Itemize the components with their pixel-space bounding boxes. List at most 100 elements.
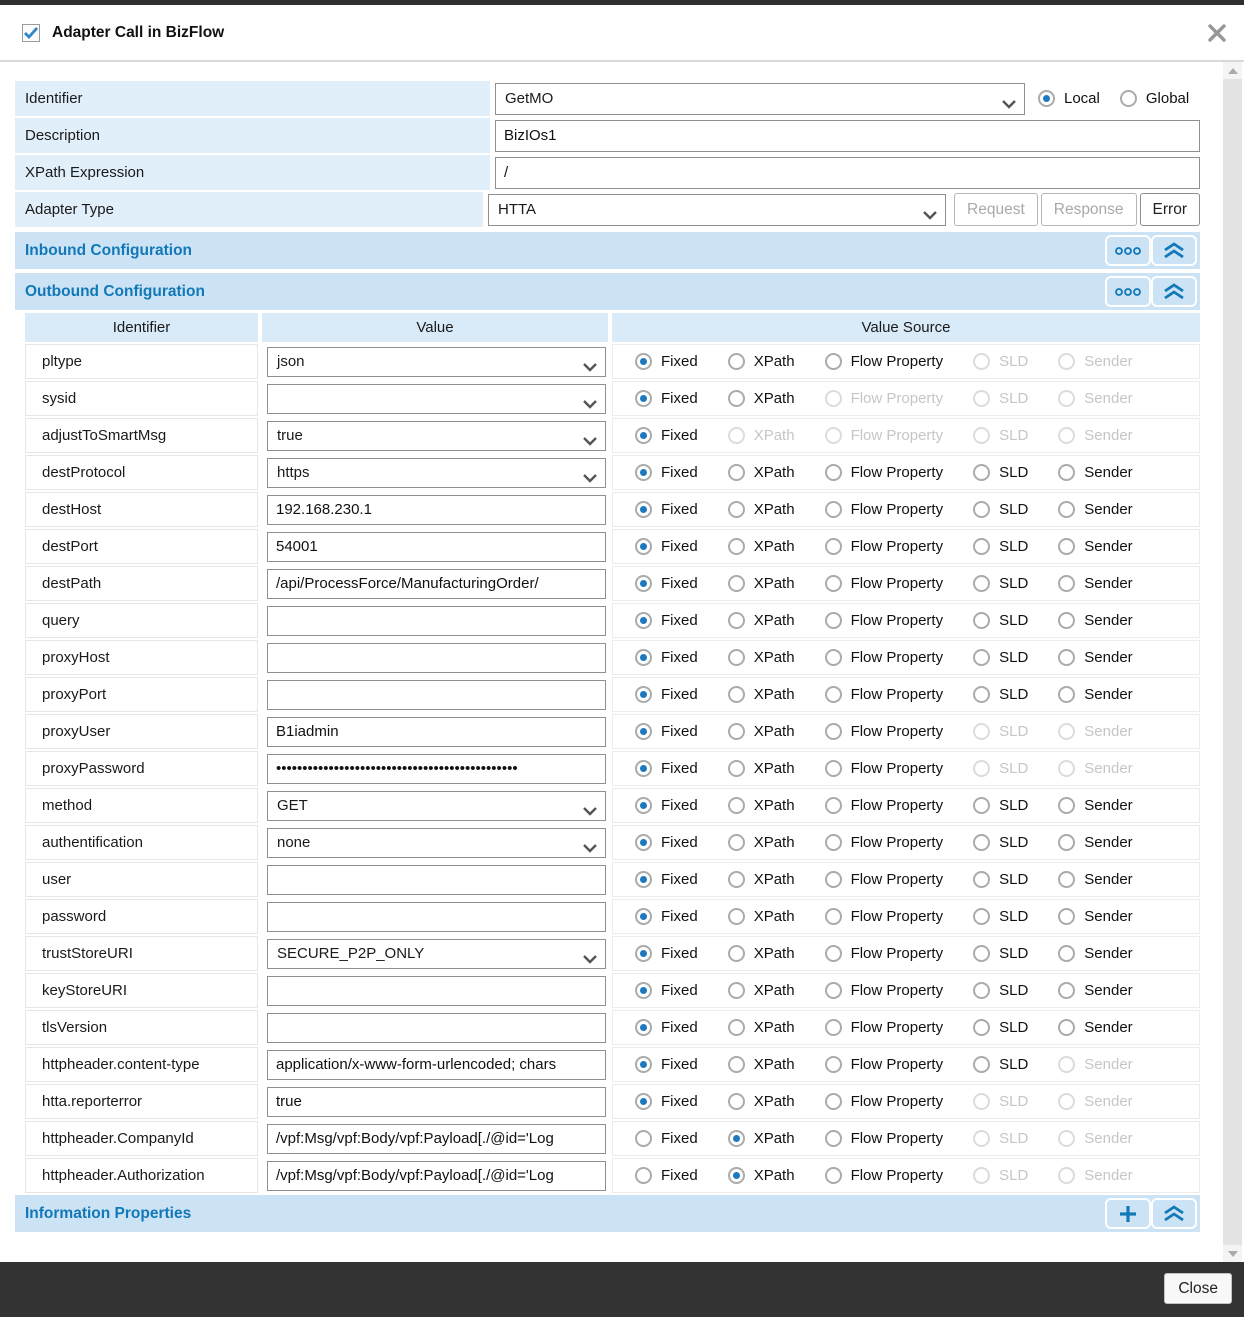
proxyHost-source-xpath-radio[interactable]: XPath xyxy=(728,649,795,666)
htta.reporterror-source-flow-property-radio[interactable]: Flow Property xyxy=(825,1093,944,1110)
password-source-xpath-radio[interactable]: XPath xyxy=(728,908,795,925)
user-source-flow-property-radio[interactable]: Flow Property xyxy=(825,871,944,888)
httpheader.content-type-source-fixed-radio[interactable]: Fixed xyxy=(635,1056,698,1073)
method-source-xpath-radio[interactable]: XPath xyxy=(728,797,795,814)
user-source-xpath-radio[interactable]: XPath xyxy=(728,871,795,888)
tlsVersion-value-input[interactable] xyxy=(267,1013,606,1043)
keyStoreURI-source-xpath-radio[interactable]: XPath xyxy=(728,982,795,999)
keyStoreURI-value-input[interactable] xyxy=(267,976,606,1006)
close-button[interactable]: Close xyxy=(1164,1273,1232,1304)
authentification-source-fixed-radio[interactable]: Fixed xyxy=(635,834,698,851)
proxyPort-source-flow-property-radio[interactable]: Flow Property xyxy=(825,686,944,703)
method-source-sender-radio[interactable]: Sender xyxy=(1058,797,1132,814)
adapter-type-select[interactable]: HTTA xyxy=(488,194,946,226)
destProtocol-source-fixed-radio[interactable]: Fixed xyxy=(635,464,698,481)
query-source-sender-radio[interactable]: Sender xyxy=(1058,612,1132,629)
destProtocol-source-xpath-radio[interactable]: XPath xyxy=(728,464,795,481)
httpheader.content-type-value-input[interactable] xyxy=(267,1050,606,1080)
scroll-down-button[interactable] xyxy=(1223,1245,1242,1262)
inbound-options-button[interactable] xyxy=(1105,235,1151,266)
destPort-source-xpath-radio[interactable]: XPath xyxy=(728,538,795,555)
httpheader.CompanyId-source-flow-property-radio[interactable]: Flow Property xyxy=(825,1130,944,1147)
destProtocol-select[interactable]: https xyxy=(267,458,606,488)
proxyHost-source-sld-radio[interactable]: SLD xyxy=(973,649,1028,666)
keyStoreURI-source-sender-radio[interactable]: Sender xyxy=(1058,982,1132,999)
destHost-source-xpath-radio[interactable]: XPath xyxy=(728,501,795,518)
method-source-sld-radio[interactable]: SLD xyxy=(973,797,1028,814)
httpheader.CompanyId-source-fixed-radio[interactable]: Fixed xyxy=(635,1130,698,1147)
proxyPort-source-sld-radio[interactable]: SLD xyxy=(973,686,1028,703)
proxyUser-value-input[interactable] xyxy=(267,717,606,747)
destHost-source-fixed-radio[interactable]: Fixed xyxy=(635,501,698,518)
httpheader.content-type-source-flow-property-radio[interactable]: Flow Property xyxy=(825,1056,944,1073)
tlsVersion-source-flow-property-radio[interactable]: Flow Property xyxy=(825,1019,944,1036)
tlsVersion-source-sld-radio[interactable]: SLD xyxy=(973,1019,1028,1036)
htta.reporterror-source-fixed-radio[interactable]: Fixed xyxy=(635,1093,698,1110)
adjustToSmartMsg-source-fixed-radio[interactable]: Fixed xyxy=(635,427,698,444)
trustStoreURI-source-fixed-radio[interactable]: Fixed xyxy=(635,945,698,962)
authentification-source-flow-property-radio[interactable]: Flow Property xyxy=(825,834,944,851)
query-source-fixed-radio[interactable]: Fixed xyxy=(635,612,698,629)
method-source-fixed-radio[interactable]: Fixed xyxy=(635,797,698,814)
proxyPort-source-fixed-radio[interactable]: Fixed xyxy=(635,686,698,703)
keyStoreURI-source-flow-property-radio[interactable]: Flow Property xyxy=(825,982,944,999)
add-property-button[interactable] xyxy=(1105,1198,1151,1229)
method-select[interactable]: GET xyxy=(267,791,606,821)
httpheader.Authorization-value-input[interactable] xyxy=(267,1161,606,1191)
trustStoreURI-source-xpath-radio[interactable]: XPath xyxy=(728,945,795,962)
destProtocol-source-sender-radio[interactable]: Sender xyxy=(1058,464,1132,481)
query-source-flow-property-radio[interactable]: Flow Property xyxy=(825,612,944,629)
pltype-source-fixed-radio[interactable]: Fixed xyxy=(635,353,698,370)
proxyUser-source-xpath-radio[interactable]: XPath xyxy=(728,723,795,740)
pltype-source-xpath-radio[interactable]: XPath xyxy=(728,353,795,370)
password-source-fixed-radio[interactable]: Fixed xyxy=(635,908,698,925)
httpheader.content-type-source-sld-radio[interactable]: SLD xyxy=(973,1056,1028,1073)
user-source-sld-radio[interactable]: SLD xyxy=(973,871,1028,888)
proxyPassword-source-fixed-radio[interactable]: Fixed xyxy=(635,760,698,777)
vertical-scrollbar[interactable] xyxy=(1223,62,1242,1262)
httpheader.Authorization-source-xpath-radio[interactable]: XPath xyxy=(728,1167,795,1184)
outbound-options-button[interactable] xyxy=(1105,276,1151,307)
httpheader.content-type-source-xpath-radio[interactable]: XPath xyxy=(728,1056,795,1073)
user-source-sender-radio[interactable]: Sender xyxy=(1058,871,1132,888)
password-source-sld-radio[interactable]: SLD xyxy=(973,908,1028,925)
query-source-sld-radio[interactable]: SLD xyxy=(973,612,1028,629)
pltype-select[interactable]: json xyxy=(267,347,606,377)
proxyHost-value-input[interactable] xyxy=(267,643,606,673)
authentification-source-sender-radio[interactable]: Sender xyxy=(1058,834,1132,851)
trustStoreURI-source-sld-radio[interactable]: SLD xyxy=(973,945,1028,962)
method-source-flow-property-radio[interactable]: Flow Property xyxy=(825,797,944,814)
authentification-select[interactable]: none xyxy=(267,828,606,858)
destPath-source-fixed-radio[interactable]: Fixed xyxy=(635,575,698,592)
destProtocol-source-sld-radio[interactable]: SLD xyxy=(973,464,1028,481)
sysid-select[interactable] xyxy=(267,384,606,414)
authentification-source-xpath-radio[interactable]: XPath xyxy=(728,834,795,851)
destProtocol-source-flow-property-radio[interactable]: Flow Property xyxy=(825,464,944,481)
trustStoreURI-source-sender-radio[interactable]: Sender xyxy=(1058,945,1132,962)
scrollbar-thumb[interactable] xyxy=(1223,79,1242,1245)
scope-local-radio[interactable]: Local xyxy=(1038,90,1100,107)
user-source-fixed-radio[interactable]: Fixed xyxy=(635,871,698,888)
query-value-input[interactable] xyxy=(267,606,606,636)
proxyPassword-source-xpath-radio[interactable]: XPath xyxy=(728,760,795,777)
proxyPort-value-input[interactable] xyxy=(267,680,606,710)
destHost-source-sld-radio[interactable]: SLD xyxy=(973,501,1028,518)
proxyHost-source-sender-radio[interactable]: Sender xyxy=(1058,649,1132,666)
scope-global-radio[interactable]: Global xyxy=(1120,90,1189,107)
proxyPort-source-xpath-radio[interactable]: XPath xyxy=(728,686,795,703)
description-input[interactable] xyxy=(495,120,1200,152)
destPath-value-input[interactable] xyxy=(267,569,606,599)
destHost-source-sender-radio[interactable]: Sender xyxy=(1058,501,1132,518)
destPort-value-input[interactable] xyxy=(267,532,606,562)
adapter-enabled-checkbox[interactable] xyxy=(22,24,40,42)
sysid-source-fixed-radio[interactable]: Fixed xyxy=(635,390,698,407)
proxyUser-source-fixed-radio[interactable]: Fixed xyxy=(635,723,698,740)
destPath-source-sld-radio[interactable]: SLD xyxy=(973,575,1028,592)
httpheader.CompanyId-value-input[interactable] xyxy=(267,1124,606,1154)
pltype-source-flow-property-radio[interactable]: Flow Property xyxy=(825,353,944,370)
htta.reporterror-source-xpath-radio[interactable]: XPath xyxy=(728,1093,795,1110)
outbound-collapse-button[interactable] xyxy=(1151,276,1197,307)
httpheader.CompanyId-source-xpath-radio[interactable]: XPath xyxy=(728,1130,795,1147)
tlsVersion-source-sender-radio[interactable]: Sender xyxy=(1058,1019,1132,1036)
password-source-sender-radio[interactable]: Sender xyxy=(1058,908,1132,925)
